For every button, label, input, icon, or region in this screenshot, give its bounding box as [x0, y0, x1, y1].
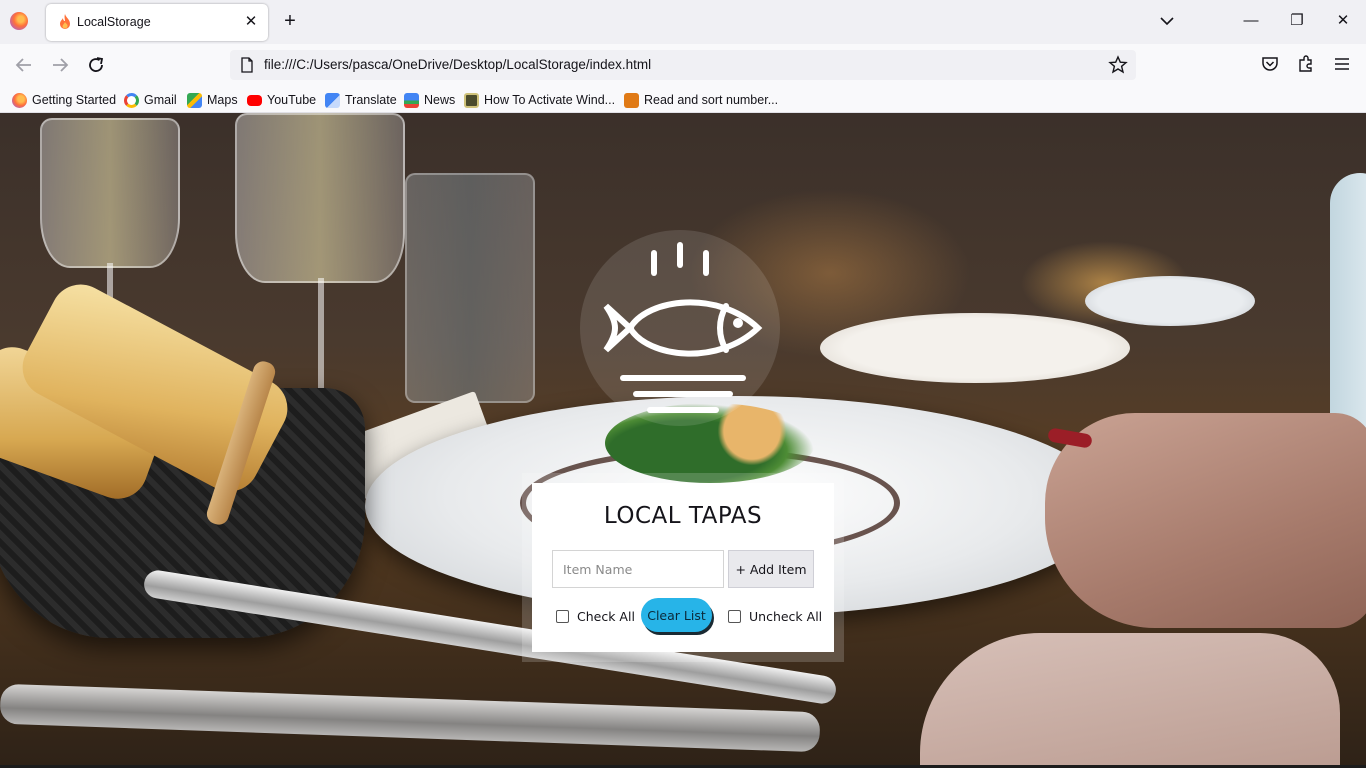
uncheck-all-label: Uncheck All: [749, 609, 823, 624]
firefox-icon: [12, 92, 27, 108]
url-text[interactable]: file:///C:/Users/pasca/OneDrive/Desktop/…: [264, 57, 651, 72]
reload-icon[interactable]: [84, 53, 108, 77]
fish-plate-icon: [603, 242, 763, 413]
uncheck-all-checkbox[interactable]: [728, 610, 741, 623]
wine-glass: [40, 118, 180, 268]
firefox-menu-icon[interactable]: [10, 12, 28, 30]
bookmark-label: Getting Started: [32, 93, 117, 107]
bookmark-news[interactable]: News: [404, 91, 455, 109]
bookmark-maps[interactable]: Maps: [187, 91, 238, 109]
close-window-button[interactable]: ✕: [1331, 10, 1355, 32]
tab-localstorage[interactable]: LocalStorage ✕: [46, 4, 268, 41]
close-tab-icon[interactable]: ✕: [242, 13, 260, 31]
bookmark-read-and-sort[interactable]: Read and sort number...: [624, 91, 778, 109]
bookmark-label: Gmail: [144, 93, 177, 107]
restore-window-button[interactable]: ❐: [1285, 10, 1309, 32]
page-icon: [464, 92, 479, 108]
bookmark-label: Translate: [345, 93, 397, 107]
knife: [0, 683, 821, 753]
fire-icon: [60, 14, 70, 29]
wine-glass-stem: [318, 278, 324, 398]
chevron-down-icon[interactable]: [1158, 12, 1176, 30]
check-all-checkbox[interactable]: [556, 610, 569, 623]
new-tab-icon[interactable]: +: [280, 11, 300, 31]
bookmark-gmail[interactable]: Gmail: [124, 91, 177, 109]
bookmark-label: Read and sort number...: [644, 93, 779, 107]
item-name-input[interactable]: [552, 550, 724, 588]
tab-title: LocalStorage: [77, 15, 151, 29]
page-icon: [624, 92, 639, 108]
bookmark-how-to-activate[interactable]: How To Activate Wind...: [464, 91, 615, 109]
bookmark-youtube[interactable]: YouTube: [247, 91, 316, 109]
check-all-control[interactable]: Check All: [556, 609, 635, 624]
check-all-label: Check All: [577, 609, 635, 624]
bookmark-star-icon[interactable]: [1108, 55, 1128, 75]
minimize-window-button[interactable]: —: [1239, 10, 1263, 32]
water-glass: [405, 173, 535, 403]
add-item-button[interactable]: + Add Item: [728, 550, 814, 588]
clear-list-button[interactable]: Clear List: [641, 598, 712, 632]
wine-glass: [235, 113, 405, 283]
google-icon: [124, 92, 139, 108]
hand: [1045, 413, 1366, 628]
extensions-icon[interactable]: [1296, 54, 1316, 74]
bookmark-label: How To Activate Wind...: [484, 93, 616, 107]
page-background: LOCAL TAPAS + Add Item Check All Clear L…: [0, 113, 1366, 768]
uncheck-all-control[interactable]: Uncheck All: [728, 609, 822, 624]
news-icon: [404, 92, 419, 108]
pocket-icon[interactable]: [1260, 54, 1280, 74]
background-plate: [820, 313, 1130, 383]
hand: [920, 633, 1340, 768]
bookmarks-toolbar: Getting Started Gmail Maps YouTube Trans…: [0, 86, 1366, 113]
logo: [578, 228, 788, 428]
bookmark-translate[interactable]: Translate: [325, 91, 397, 109]
bookmark-label: YouTube: [267, 93, 317, 107]
translate-icon: [325, 92, 340, 108]
app-card: LOCAL TAPAS + Add Item Check All Clear L…: [532, 483, 834, 652]
hamburger-menu-icon[interactable]: [1332, 54, 1352, 74]
background-plate: [1085, 276, 1255, 326]
bookmark-getting-started[interactable]: Getting Started: [12, 91, 116, 109]
back-arrow-icon[interactable]: [12, 53, 36, 77]
page-icon: [241, 57, 253, 73]
maps-icon: [187, 92, 202, 108]
url-bar[interactable]: file:///C:/Users/pasca/OneDrive/Desktop/…: [230, 50, 1136, 80]
page-title: LOCAL TAPAS: [603, 503, 763, 529]
bookmark-label: Maps: [207, 93, 238, 107]
youtube-icon: [247, 94, 262, 106]
forward-arrow-icon[interactable]: [48, 53, 72, 77]
tab-strip: LocalStorage ✕ + — ❐ ✕: [0, 0, 1366, 44]
bookmark-label: News: [424, 93, 456, 107]
